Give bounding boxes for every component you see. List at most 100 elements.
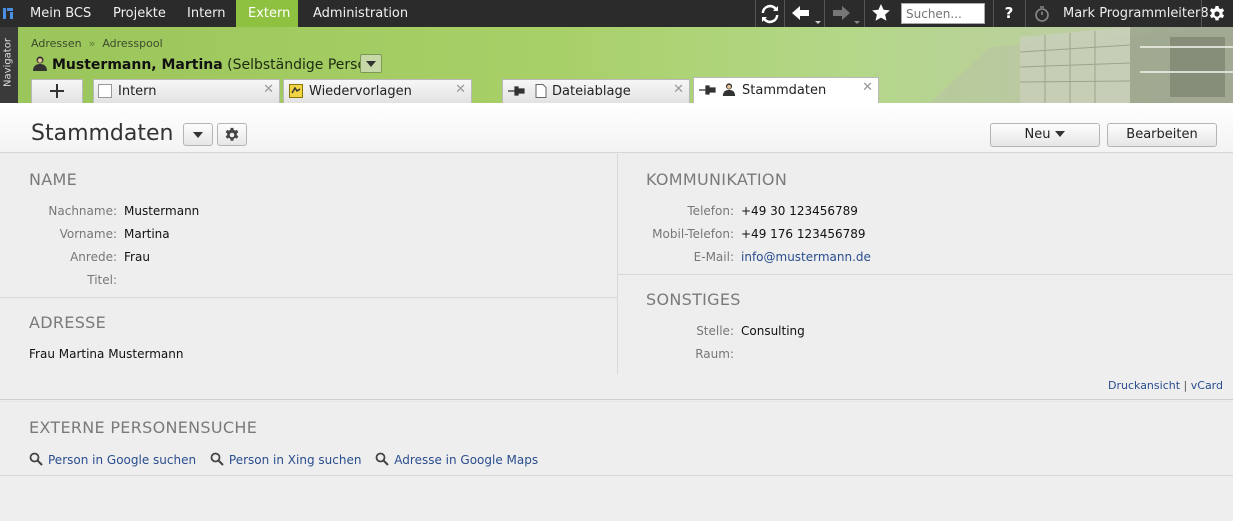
- help-icon[interactable]: ?: [996, 0, 1022, 27]
- person-avatar-icon: [722, 83, 736, 96]
- page-settings-button[interactable]: [217, 123, 247, 146]
- forward-arrow-icon[interactable]: [826, 0, 862, 27]
- comm-value-telefon: +49 30 123456789: [741, 204, 858, 218]
- add-tab-button[interactable]: [31, 79, 83, 103]
- misc-label-stelle: Stelle:: [696, 324, 734, 338]
- address-text: Frau Martina Mustermann: [29, 347, 184, 361]
- magnifier-icon: [29, 452, 43, 466]
- plus-icon: [50, 84, 64, 98]
- person-type: (Selbständige Person): [227, 57, 381, 73]
- tab-wiedervorlagen-close-icon[interactable]: ✕: [455, 82, 466, 97]
- document-icon: [535, 84, 547, 98]
- tab-dateiablage-close-icon[interactable]: ✕: [673, 82, 684, 97]
- external-search-links: Person in Google suchen Person in Xing s…: [29, 452, 538, 467]
- search-input[interactable]: [901, 3, 985, 24]
- app-window: Mein BCS Projekte Intern Extern Administ…: [0, 0, 1233, 521]
- tab-dateiablage[interactable]: Dateiablage ✕: [502, 79, 690, 103]
- search-google-label: Person in Google suchen: [48, 453, 197, 467]
- settings-gear-icon[interactable]: [1205, 0, 1229, 27]
- gear-icon: [225, 127, 239, 141]
- nav-projekte[interactable]: Projekte: [101, 0, 178, 27]
- name-label-nachname: Nachname:: [48, 204, 117, 218]
- breadcrumb-adressen[interactable]: Adressen: [31, 37, 82, 50]
- tab-intern-label: Intern: [118, 84, 157, 99]
- breadcrumb: Adressen » Adresspool: [31, 37, 163, 50]
- favorites-star-icon[interactable]: [866, 0, 896, 27]
- footer-links: Druckansicht | vCard: [1108, 379, 1223, 392]
- communication-section-title: KOMMUNIKATION: [646, 170, 788, 189]
- name-label-anrede: Anrede:: [70, 250, 117, 264]
- nav-mein-bcs[interactable]: Mein BCS: [18, 0, 103, 27]
- search-xing-label: Person in Xing suchen: [228, 453, 362, 467]
- person-menu-dropdown-button[interactable]: [360, 54, 382, 73]
- person-avatar-icon: [33, 56, 47, 71]
- name-section-title: NAME: [29, 170, 78, 189]
- page-icon: [98, 84, 112, 98]
- search-xing-link[interactable]: Person in Xing suchen: [210, 452, 362, 467]
- name-value-nachname: Mustermann: [124, 204, 200, 218]
- nav-administration[interactable]: Administration: [301, 0, 420, 27]
- misc-label-raum: Raum:: [695, 347, 734, 361]
- name-value-anrede: Frau: [124, 250, 150, 264]
- tab-stammdaten-label: Stammdaten: [742, 83, 827, 98]
- app-logo-icon[interactable]: [0, 0, 16, 27]
- section-divider: [618, 274, 1233, 275]
- tab-intern[interactable]: Intern ✕: [93, 79, 280, 103]
- pin-icon[interactable]: [699, 84, 717, 96]
- column-divider: [617, 154, 618, 374]
- pin-icon[interactable]: [508, 85, 526, 97]
- person-title: Mustermann, Martina (Selbständige Person…: [32, 55, 380, 73]
- search-maps-link[interactable]: Adresse in Google Maps: [375, 452, 539, 467]
- navigator-sidebar-toggle[interactable]: Navigator: [0, 27, 18, 103]
- page-title: Stammdaten: [31, 121, 174, 146]
- comm-label-telefon: Telefon:: [687, 204, 734, 218]
- misc-section-title: SONSTIGES: [646, 290, 741, 309]
- section-divider: [0, 475, 1233, 476]
- reminder-icon: [289, 84, 303, 98]
- stopwatch-icon[interactable]: [1030, 0, 1054, 27]
- comm-label-email: E-Mail:: [693, 250, 734, 264]
- chevron-down-icon: [193, 132, 203, 138]
- search-google-link[interactable]: Person in Google suchen: [29, 452, 197, 467]
- nav-extern[interactable]: Extern: [236, 0, 298, 27]
- user-name[interactable]: Mark Programmleiter8: [1063, 0, 1209, 27]
- nav-intern[interactable]: Intern: [175, 0, 238, 27]
- section-divider: [0, 297, 617, 298]
- address-section-title: ADRESSE: [29, 313, 107, 332]
- back-arrow-icon[interactable]: [787, 0, 823, 27]
- name-label-vorname: Vorname:: [59, 227, 117, 241]
- name-label-titel: Titel:: [87, 273, 117, 287]
- print-view-link[interactable]: Druckansicht: [1108, 379, 1180, 392]
- section-divider: [0, 399, 1233, 400]
- new-dropdown-button[interactable]: Neu: [990, 123, 1100, 147]
- comm-label-mobil: Mobil-Telefon:: [652, 227, 734, 241]
- top-navigation-bar: Mein BCS Projekte Intern Extern Administ…: [0, 0, 1233, 27]
- tab-wiedervorlagen-label: Wiedervorlagen: [309, 84, 412, 99]
- search-maps-label: Adresse in Google Maps: [394, 453, 539, 467]
- name-value-vorname: Martina: [124, 227, 170, 241]
- magnifier-icon: [210, 452, 224, 466]
- footer-separator: |: [1183, 379, 1188, 392]
- page-menu-dropdown-button[interactable]: [183, 123, 213, 146]
- misc-value-stelle: Consulting: [741, 324, 805, 338]
- navigator-label: Navigator: [2, 38, 14, 87]
- refresh-icon[interactable]: [757, 0, 783, 27]
- external-search-section-title: EXTERNE PERSONENSUCHE: [29, 418, 258, 437]
- section-divider: [0, 401, 1233, 402]
- vcard-link[interactable]: vCard: [1191, 379, 1223, 392]
- tab-dateiablage-label: Dateiablage: [552, 84, 631, 99]
- chevron-down-icon: [1055, 131, 1066, 137]
- comm-value-mobil: +49 176 123456789: [741, 227, 866, 241]
- magnifier-icon: [375, 452, 389, 466]
- email-link[interactable]: info@mustermann.de: [741, 250, 871, 264]
- tab-intern-close-icon[interactable]: ✕: [263, 82, 274, 97]
- tab-wiedervorlagen[interactable]: Wiedervorlagen ✕: [283, 79, 472, 103]
- person-name: Mustermann, Martina: [52, 57, 223, 73]
- building-background-image: [870, 27, 1233, 103]
- breadcrumb-separator: »: [88, 37, 96, 50]
- new-button-label: Neu: [1024, 127, 1051, 142]
- tab-stammdaten[interactable]: Stammdaten ✕: [693, 77, 879, 103]
- edit-button[interactable]: Bearbeiten: [1107, 123, 1217, 147]
- tab-stammdaten-close-icon[interactable]: ✕: [862, 80, 873, 95]
- breadcrumb-adresspool[interactable]: Adresspool: [102, 37, 162, 50]
